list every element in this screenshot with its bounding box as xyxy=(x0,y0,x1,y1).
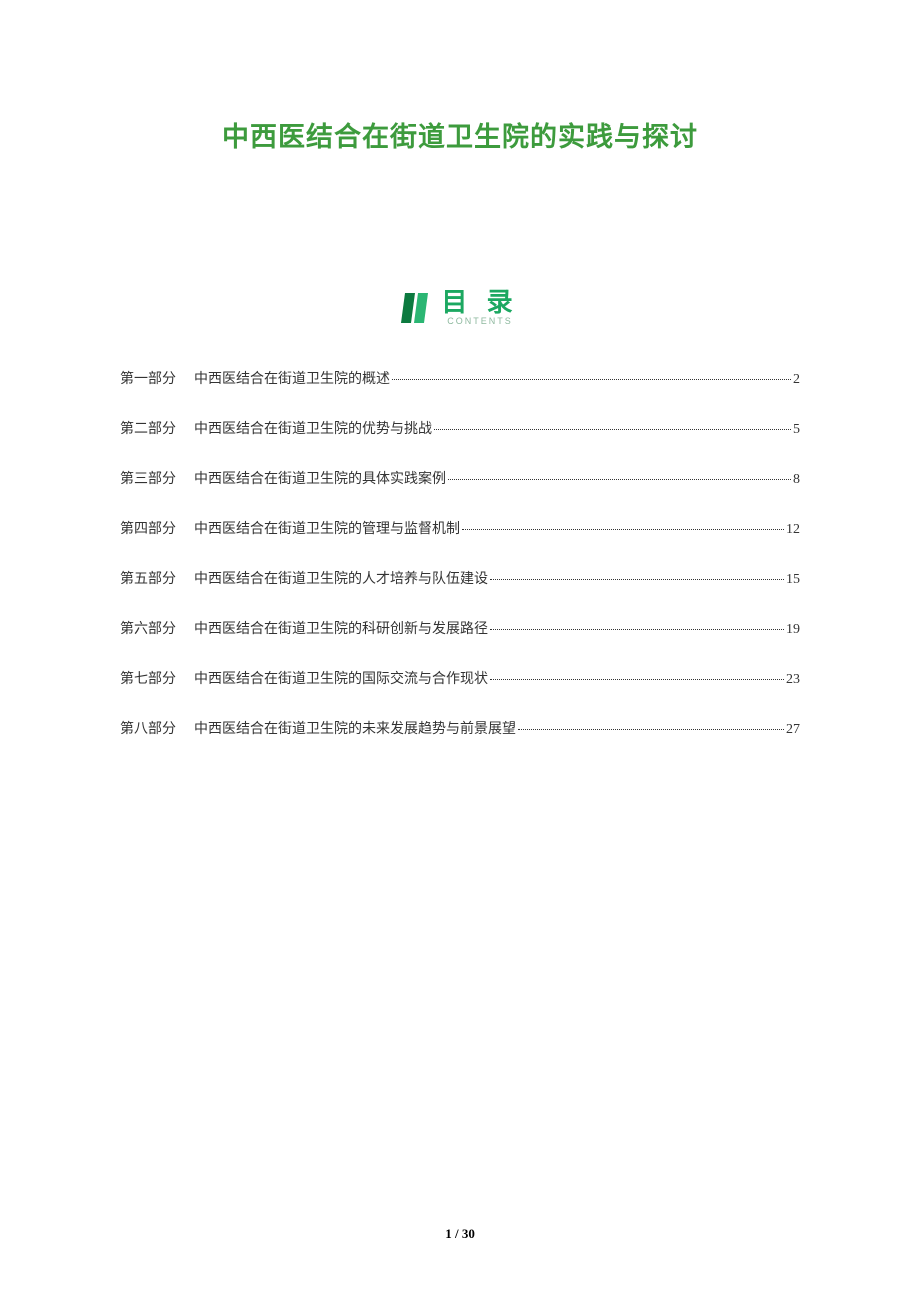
toc-list: 第一部分 中西医结合在街道卫生院的概述 2 第二部分 中西医结合在街道卫生院的优… xyxy=(110,368,810,738)
toc-dots xyxy=(448,479,791,480)
toc-part-label: 第一部分 xyxy=(120,368,176,388)
toc-item-text: 中西医结合在街道卫生院的概述 xyxy=(194,368,390,388)
toc-dots xyxy=(490,679,784,680)
toc-part-label: 第六部分 xyxy=(120,618,176,638)
toc-page-number: 8 xyxy=(793,472,800,488)
toc-item[interactable]: 第四部分 中西医结合在街道卫生院的管理与监督机制 12 xyxy=(120,518,800,538)
toc-item[interactable]: 第八部分 中西医结合在街道卫生院的未来发展趋势与前景展望 27 xyxy=(120,718,800,738)
toc-header: 目 录 CONTENTS xyxy=(110,289,810,326)
toc-item[interactable]: 第二部分 中西医结合在街道卫生院的优势与挑战 5 xyxy=(120,418,800,438)
toc-item-text: 中西医结合在街道卫生院的优势与挑战 xyxy=(194,418,432,438)
toc-page-number: 15 xyxy=(786,572,800,588)
toc-page-number: 2 xyxy=(793,372,800,388)
toc-page-number: 12 xyxy=(786,522,800,538)
toc-dots xyxy=(462,529,784,530)
toc-item-text: 中西医结合在街道卫生院的人才培养与队伍建设 xyxy=(194,568,488,588)
toc-page-number: 27 xyxy=(786,722,800,738)
toc-title-block: 目 录 CONTENTS xyxy=(441,289,518,326)
toc-leaf-icon xyxy=(401,291,431,325)
toc-page-number: 5 xyxy=(793,422,800,438)
toc-part-label: 第三部分 xyxy=(120,468,176,488)
toc-dots xyxy=(490,579,784,580)
toc-part-label: 第五部分 xyxy=(120,568,176,588)
toc-item[interactable]: 第三部分 中西医结合在街道卫生院的具体实践案例 8 xyxy=(120,468,800,488)
toc-item-text: 中西医结合在街道卫生院的国际交流与合作现状 xyxy=(194,668,488,688)
toc-item[interactable]: 第六部分 中西医结合在街道卫生院的科研创新与发展路径 19 xyxy=(120,618,800,638)
toc-heading: 目 录 xyxy=(441,289,518,315)
toc-item-text: 中西医结合在街道卫生院的科研创新与发展路径 xyxy=(194,618,488,638)
toc-part-label: 第二部分 xyxy=(120,418,176,438)
toc-item-text: 中西医结合在街道卫生院的具体实践案例 xyxy=(194,468,446,488)
toc-item-text: 中西医结合在街道卫生院的管理与监督机制 xyxy=(194,518,460,538)
toc-subheading: CONTENTS xyxy=(447,317,513,326)
page-container: 中西医结合在街道卫生院的实践与探讨 目 录 CONTENTS 第一部分 中西医结… xyxy=(0,0,920,1302)
toc-page-number: 23 xyxy=(786,672,800,688)
document-title: 中西医结合在街道卫生院的实践与探讨 xyxy=(110,115,810,154)
toc-dots xyxy=(392,379,791,380)
toc-item[interactable]: 第一部分 中西医结合在街道卫生院的概述 2 xyxy=(120,368,800,388)
toc-dots xyxy=(434,429,791,430)
page-total: 30 xyxy=(462,1226,475,1241)
page-number: 1 / 30 xyxy=(0,1226,920,1242)
toc-item-text: 中西医结合在街道卫生院的未来发展趋势与前景展望 xyxy=(194,718,516,738)
page-separator: / xyxy=(452,1226,462,1241)
toc-item[interactable]: 第七部分 中西医结合在街道卫生院的国际交流与合作现状 23 xyxy=(120,668,800,688)
toc-dots xyxy=(490,629,784,630)
toc-dots xyxy=(518,729,784,730)
toc-page-number: 19 xyxy=(786,622,800,638)
toc-item[interactable]: 第五部分 中西医结合在街道卫生院的人才培养与队伍建设 15 xyxy=(120,568,800,588)
toc-part-label: 第八部分 xyxy=(120,718,176,738)
toc-part-label: 第四部分 xyxy=(120,518,176,538)
toc-part-label: 第七部分 xyxy=(120,668,176,688)
